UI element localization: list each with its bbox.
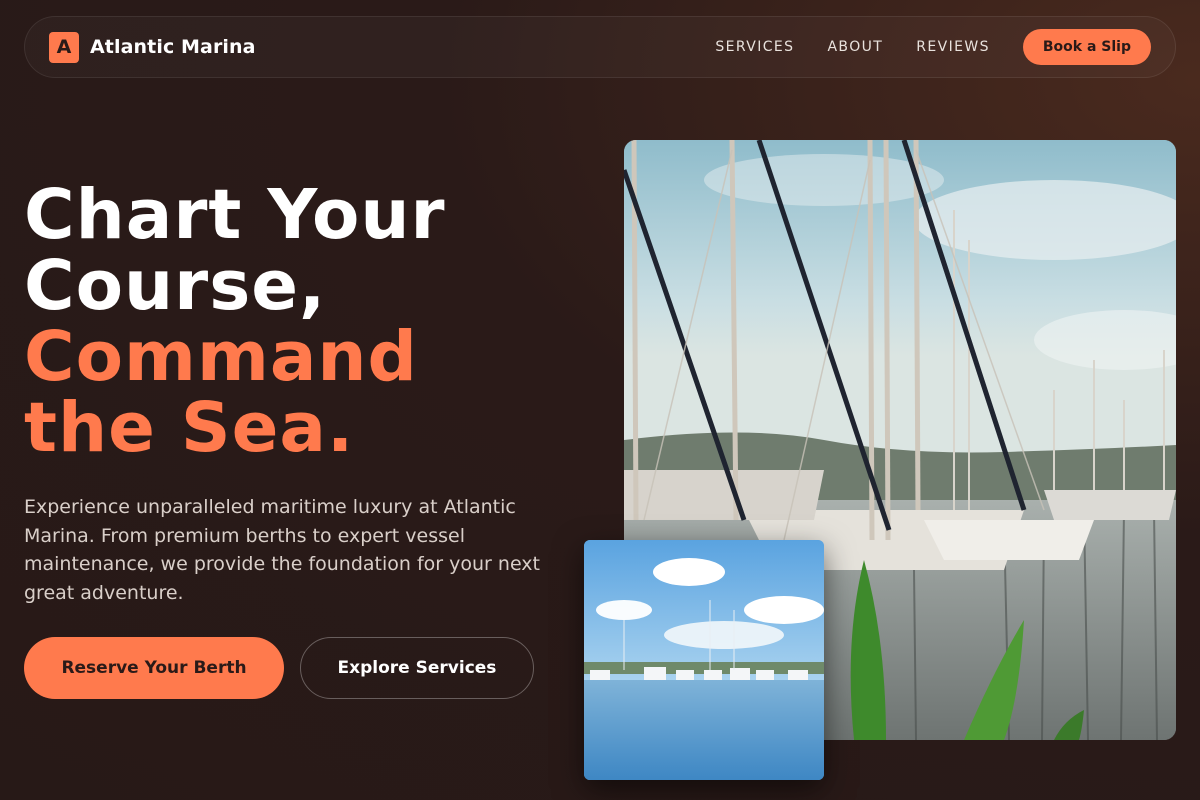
hero-headline: Chart Your Course, Command the Sea.	[24, 180, 584, 464]
headline-line-2: Course,	[24, 246, 327, 326]
nav-link-services[interactable]: SERVICES	[715, 39, 794, 55]
reserve-berth-button[interactable]: Reserve Your Berth	[24, 637, 284, 699]
nav-link-about[interactable]: ABOUT	[827, 39, 883, 55]
hero-lead-text: Experience unparalleled maritime luxury …	[24, 496, 540, 604]
brand-mark-icon: A	[49, 31, 79, 63]
marina-water-photo	[584, 540, 824, 780]
brand-name: Atlantic Marina	[90, 36, 256, 58]
headline-accent-line-2: the Sea.	[24, 388, 355, 468]
headline-line-1: Chart Your	[24, 175, 446, 255]
book-a-slip-button[interactable]: Book a Slip	[1022, 29, 1151, 65]
brand-logo[interactable]: A Atlantic Marina	[49, 31, 256, 63]
headline-accent-line-1: Command	[24, 317, 418, 397]
nav-link-reviews[interactable]: REVIEWS	[916, 39, 990, 55]
nav-links: SERVICES ABOUT REVIEWS Book a Slip	[715, 29, 1151, 65]
top-navigation: A Atlantic Marina SERVICES ABOUT REVIEWS…	[24, 16, 1176, 78]
explore-services-button[interactable]: Explore Services	[300, 637, 534, 699]
